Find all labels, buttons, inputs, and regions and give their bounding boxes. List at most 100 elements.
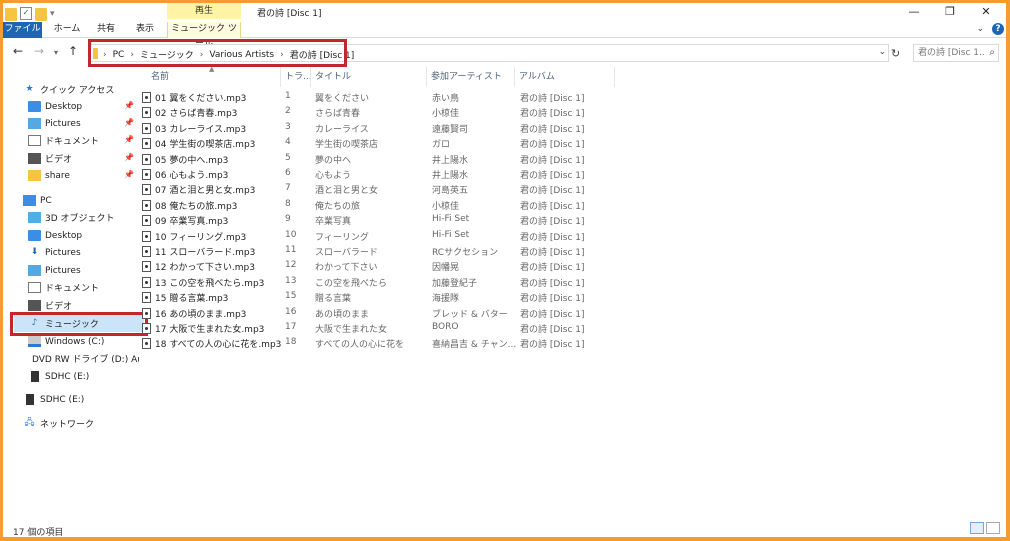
search-icon[interactable]: ⌕	[989, 47, 995, 58]
column-header-album[interactable]: アルバム	[515, 67, 615, 87]
cell-track: 4	[285, 137, 291, 148]
sidebar-item-videos-pinned[interactable]: ビデオ 📌	[28, 150, 139, 167]
cell-artist: 赤い鳥	[432, 94, 460, 104]
large-icons-view-icon[interactable]	[986, 522, 1000, 534]
folder-icon	[28, 170, 41, 181]
window-controls: — ❐ ✕	[896, 3, 1004, 23]
column-header-track[interactable]: トラ...	[281, 67, 311, 87]
sidebar-item-desktop-pinned[interactable]: Desktop 📌	[28, 98, 139, 115]
sidebar-item-dvd-drive[interactable]: DVD RW ドライブ (D:) Aud	[28, 350, 139, 367]
sidebar-item-pictures-pinned[interactable]: Pictures 📌	[28, 115, 139, 132]
cell-artist: ブレッド & バター	[432, 309, 508, 320]
cell-album: 君の詩 [Disc 1]	[520, 325, 585, 335]
video-icon	[28, 300, 41, 311]
mp3-file-icon	[142, 246, 151, 257]
column-headers: 名前 トラ... タイトル 参加アーティスト アルバム	[141, 67, 621, 87]
cell-track: 17	[285, 322, 297, 332]
drive-icon	[28, 336, 41, 347]
up-arrow-icon[interactable]: ↑	[68, 44, 78, 58]
table-row[interactable]: 05 夢の中へ.mp3 5 夢の中へ 井上陽水 君の詩 [Disc 1]	[141, 152, 621, 167]
cell-title: 学生街の喫茶店	[315, 140, 379, 151]
address-dropdown-chevron-icon[interactable]: ⌄	[878, 47, 886, 57]
table-row[interactable]: 12 わかって下さい.mp3 12 わかって下さい 因幡晃 君の詩 [Disc 1]	[141, 259, 621, 274]
cell-file-name: 13 この空を飛べたら.mp3	[155, 278, 265, 289]
sidebar-item-label: ビデオ	[45, 302, 73, 312]
sidebar-item-sdhc-e[interactable]: SDHC (E:)	[28, 368, 89, 385]
sidebar-item-network[interactable]: 🖧 ネットワーク	[23, 415, 94, 432]
maximize-button[interactable]: ❐	[932, 3, 968, 23]
table-row[interactable]: 06 心もよう.mp3 6 心もよう 井上陽水 君の詩 [Disc 1]	[141, 167, 621, 182]
tab-file[interactable]: ファイル	[3, 22, 42, 38]
refresh-icon[interactable]: ↻	[891, 47, 900, 60]
pc-icon	[23, 195, 36, 206]
network-icon: 🖧	[24, 418, 35, 428]
column-header-title[interactable]: タイトル	[311, 67, 427, 87]
table-row[interactable]: 15 贈る言葉.mp3 15 贈る言葉 海援隊 君の詩 [Disc 1]	[141, 290, 621, 305]
table-row[interactable]: 10 フィーリング.mp3 10 フィーリング Hi-Fi Set 君の詩 [Disc …	[141, 229, 621, 244]
table-row[interactable]: 13 この空を飛べたら.mp3 13 この空を飛べたら 加藤登紀子 君の詩 [Disc …	[141, 275, 621, 290]
table-row[interactable]: 07 酒と泪と男と女.mp3 7 酒と泪と男と女 河島英五 君の詩 [Disc 1]	[141, 182, 621, 197]
sidebar-item-3d-objects[interactable]: 3D オブジェクト	[28, 209, 115, 226]
sidebar-item-quick-access[interactable]: ★ クイック アクセス	[23, 81, 114, 98]
cell-file-name: 09 卒業写真.mp3	[155, 217, 229, 228]
cell-track: 11	[285, 245, 297, 255]
table-row[interactable]: 09 卒業写真.mp3 9 卒業写真 Hi-Fi Set 君の詩 [Disc 1]	[141, 213, 621, 228]
table-row[interactable]: 08 俺たちの旅.mp3 8 俺たちの旅 小椋佳 君の詩 [Disc 1]	[141, 198, 621, 213]
customize-toolbar-chevron-icon[interactable]: ▾	[50, 9, 55, 19]
table-row[interactable]: 04 学生街の喫茶店.mp3 4 学生街の喫茶店 ガロ 君の詩 [Disc 1]	[141, 136, 621, 151]
table-row[interactable]: 16 あの頃のまま.mp3 16 あの頃のまま ブレッド & バター 君の詩 [Disc…	[141, 306, 621, 321]
title-bar: ✓ ▾ 再生 君の詩 [Disc 1] — ❐ ✕	[3, 3, 1006, 23]
tab-view[interactable]: 表示	[129, 22, 161, 38]
pictures-icon	[28, 118, 41, 129]
cell-track: 5	[285, 152, 291, 163]
table-row[interactable]: 03 カレーライス.mp3 3 カレーライス 遠藤賢司 君の詩 [Disc 1]	[141, 121, 621, 136]
expand-ribbon-chevron-icon[interactable]: ⌄	[976, 24, 984, 34]
column-header-artist[interactable]: 参加アーティスト	[427, 67, 515, 87]
properties-check-icon[interactable]: ✓	[20, 7, 32, 20]
close-button[interactable]: ✕	[968, 3, 1004, 23]
table-row[interactable]: 01 翼をください.mp3 1 翼をください 赤い鳥 君の詩 [Disc 1]	[141, 90, 621, 105]
tab-music-tools[interactable]: ミュージック ツール	[167, 22, 241, 49]
cell-track: 1	[285, 91, 291, 101]
cell-file-name: 05 夢の中へ.mp3	[155, 155, 229, 166]
sidebar-item-desktop[interactable]: Desktop	[28, 227, 82, 244]
sidebar-item-label: share	[45, 170, 70, 181]
sidebar-item-sdhc-e-root[interactable]: SDHC (E:)	[23, 391, 84, 408]
pin-icon: 📌	[124, 101, 134, 110]
cell-title: カレーライス	[315, 124, 369, 135]
table-row[interactable]: 02 さらば青春.mp3 2 さらば青春 小椋佳 君の詩 [Disc 1]	[141, 105, 621, 120]
cell-track: 18	[285, 337, 297, 348]
cell-artist: 海援隊	[432, 294, 460, 305]
cell-album: 君の詩 [Disc 1]	[520, 263, 585, 274]
table-row[interactable]: 18 すべての人の心に花を.mp3 18 すべての人の心に花を 喜納昌吉 & チャン.…	[141, 336, 621, 351]
mp3-file-icon	[142, 153, 151, 165]
document-icon	[28, 282, 41, 293]
sidebar-item-share-pinned[interactable]: share 📌	[28, 167, 139, 184]
recent-locations-chevron-icon[interactable]: ▾	[54, 48, 58, 57]
minimize-button[interactable]: —	[896, 3, 932, 23]
sidebar-item-label: Pictures	[45, 118, 81, 129]
sidebar-item-label: Desktop	[45, 101, 83, 112]
table-row[interactable]: 11 スローバラード.mp3 11 スローバラード RCサクセション 君の詩 [Disc…	[141, 244, 621, 259]
sidebar-item-pictures[interactable]: Pictures	[28, 262, 81, 279]
sidebar-item-documents[interactable]: ドキュメント	[28, 279, 99, 296]
cell-title: わかって下さい	[315, 263, 378, 274]
details-view-icon[interactable]	[970, 522, 984, 534]
mp3-file-icon	[142, 199, 151, 211]
tab-home[interactable]: ホーム	[49, 22, 85, 38]
sidebar-item-documents-pinned[interactable]: ドキュメント 📌	[28, 132, 139, 149]
column-header-name[interactable]: 名前	[147, 67, 281, 87]
forward-arrow-icon[interactable]: →	[34, 44, 44, 58]
tab-share[interactable]: 共有	[91, 22, 121, 38]
sidebar-item-downloads[interactable]: ⬇ Pictures	[28, 244, 81, 261]
new-folder-icon[interactable]	[35, 8, 47, 21]
table-row[interactable]: 17 大阪で生まれた女.mp3 17 大阪で生まれた女 BORO 君の詩 [Disc 1…	[141, 321, 621, 336]
back-arrow-icon[interactable]: ←	[13, 44, 23, 58]
search-input[interactable]	[914, 45, 984, 61]
sidebar-item-pc[interactable]: PC	[23, 192, 52, 209]
cell-album: 君の詩 [Disc 1]	[520, 278, 585, 289]
search-box[interactable]: ⌕	[913, 44, 999, 62]
ribbon-tabs: ファイル ホーム 共有 表示 ミュージック ツール ⌄ ?	[3, 22, 1006, 49]
cell-album: 君の詩 [Disc 1]	[520, 232, 585, 243]
help-icon[interactable]: ?	[992, 23, 1004, 35]
